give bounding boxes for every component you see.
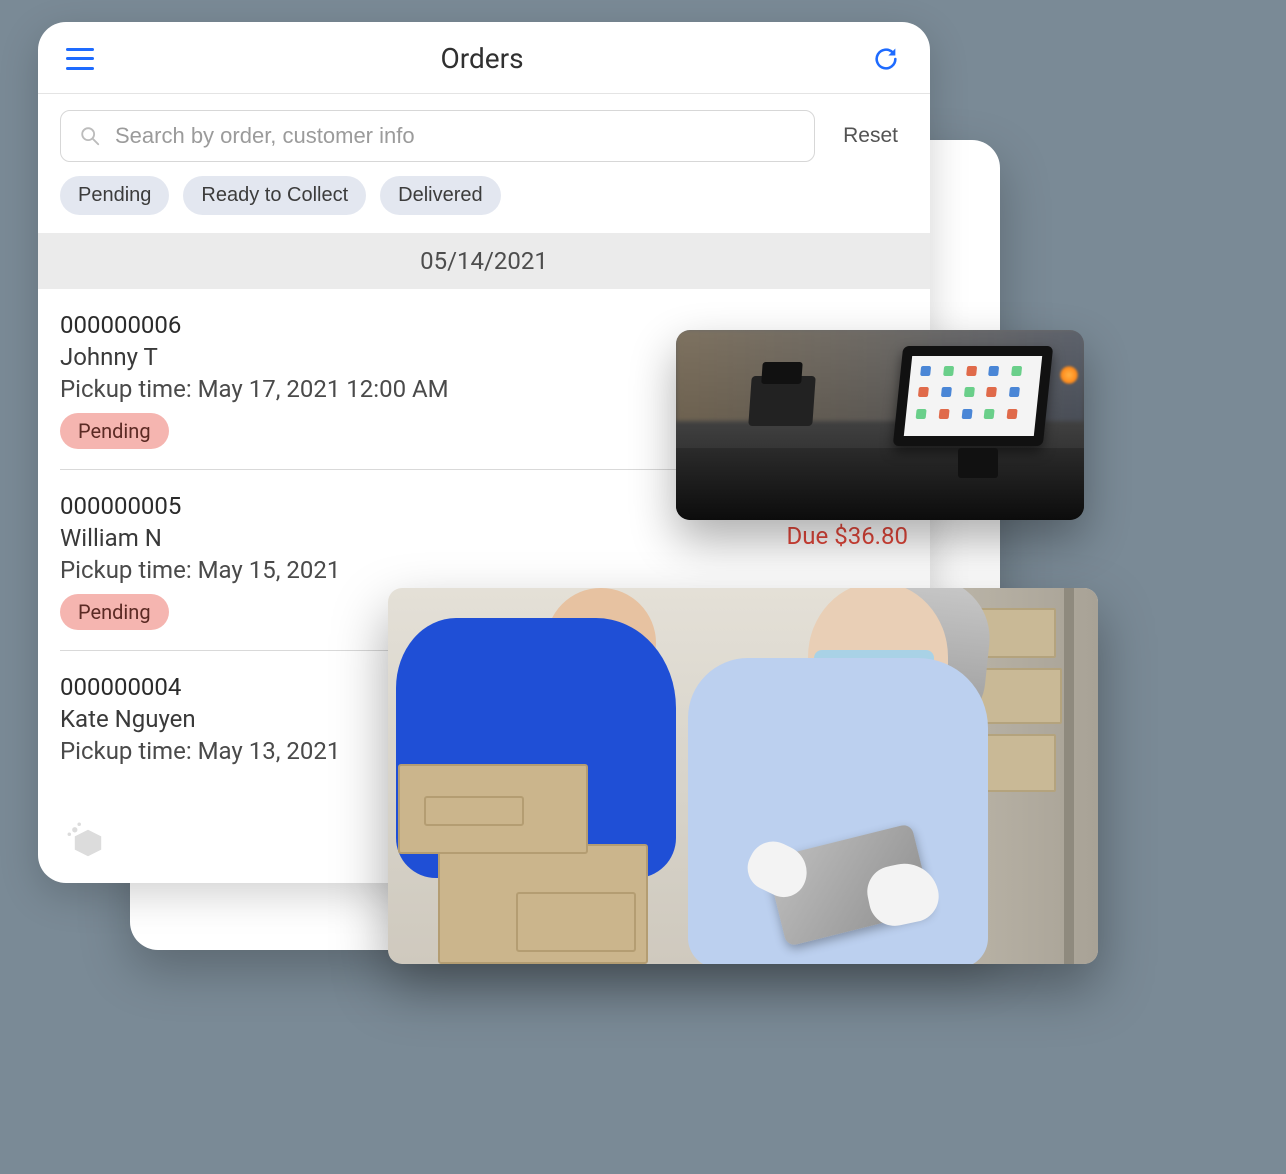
- order-number: 000000006: [60, 311, 449, 339]
- due-label: Due: [787, 522, 835, 550]
- search-input[interactable]: [115, 123, 796, 149]
- order-customer: William N: [60, 524, 340, 552]
- page-title: Orders: [440, 42, 523, 75]
- refresh-icon: [872, 45, 900, 73]
- status-badge: Pending: [60, 594, 169, 630]
- brand-logo-icon: [66, 821, 110, 865]
- due-value: $36.80: [834, 522, 908, 550]
- pickup-label: Pickup time:: [60, 375, 198, 403]
- pickup-label: Pickup time:: [60, 737, 198, 765]
- order-due: Due $36.80: [787, 522, 908, 550]
- order-pickup: Pickup time: May 17, 2021 12:00 AM: [60, 375, 449, 403]
- order-number: 000000005: [60, 492, 340, 520]
- refresh-button[interactable]: [870, 43, 902, 75]
- search-box[interactable]: [60, 110, 815, 162]
- pickup-value: May 13, 2021: [198, 737, 341, 765]
- panel-header: Orders: [38, 22, 930, 94]
- date-heading: 05/14/2021: [38, 233, 930, 289]
- pos-terminal-photo: [676, 330, 1084, 520]
- order-customer: Johnny T: [60, 343, 449, 371]
- reset-button[interactable]: Reset: [833, 118, 908, 154]
- filter-chips: Pending Ready to Collect Delivered: [38, 176, 930, 233]
- search-row: Reset: [38, 94, 930, 176]
- menu-icon[interactable]: [66, 48, 94, 70]
- filter-delivered[interactable]: Delivered: [380, 176, 500, 215]
- search-icon: [79, 125, 101, 147]
- order-pickup: Pickup time: May 15, 2021: [60, 556, 340, 584]
- pickup-label: Pickup time:: [60, 556, 198, 584]
- filter-pending[interactable]: Pending: [60, 176, 169, 215]
- pickup-value: May 17, 2021 12:00 AM: [198, 375, 449, 403]
- pickup-value: May 15, 2021: [198, 556, 341, 584]
- filter-ready[interactable]: Ready to Collect: [183, 176, 366, 215]
- status-badge: Pending: [60, 413, 169, 449]
- warehouse-photo: [388, 588, 1098, 964]
